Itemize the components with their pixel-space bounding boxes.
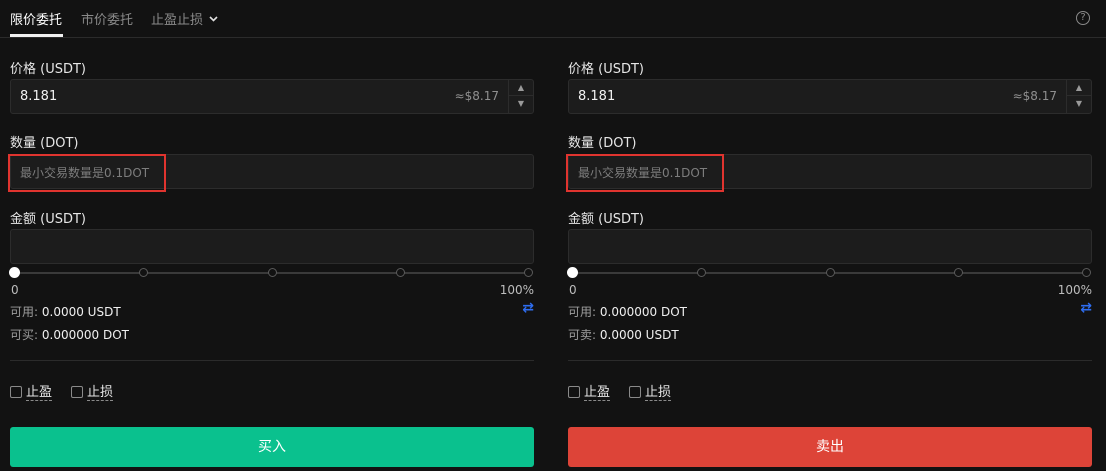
stepper-up-icon[interactable]: ▲ bbox=[509, 80, 533, 96]
price-value: 8.181 bbox=[578, 89, 616, 104]
slider-min-label: 0 bbox=[569, 283, 577, 297]
price-input[interactable]: 8.181 ≈$8.17 ▲ ▼ bbox=[10, 79, 534, 114]
checkbox-icon bbox=[629, 386, 641, 398]
price-approx: ≈$8.17 bbox=[1012, 89, 1057, 103]
can-sell-balance: 可卖: 0.0000 USDT bbox=[568, 326, 679, 343]
available-value: 0.0000 USDT bbox=[41, 305, 121, 319]
take-profit-checkbox[interactable]: 止盈 bbox=[10, 381, 53, 401]
divider bbox=[568, 360, 1092, 361]
slider-max-label: 100% bbox=[499, 283, 534, 297]
highlight-box bbox=[8, 154, 166, 192]
can-buy-label: 可买: bbox=[10, 328, 39, 342]
slider-node-100[interactable] bbox=[524, 268, 533, 277]
checkbox-icon bbox=[71, 386, 83, 398]
slider-node-100[interactable] bbox=[1082, 268, 1091, 277]
stepper-down-icon[interactable]: ▼ bbox=[1067, 96, 1091, 112]
checkbox-icon bbox=[568, 386, 580, 398]
available-balance: 可用: 0.0000 USDT bbox=[10, 303, 121, 320]
stepper-up-icon[interactable]: ▲ bbox=[1067, 80, 1091, 96]
can-buy-balance: 可买: 0.000000 DOT bbox=[10, 326, 129, 343]
can-sell-label: 可卖: bbox=[568, 328, 597, 342]
amount-input[interactable] bbox=[568, 229, 1092, 264]
price-stepper: ▲ ▼ bbox=[1066, 80, 1091, 113]
slider-min-label: 0 bbox=[11, 283, 19, 297]
stop-loss-label: 止损 bbox=[645, 385, 672, 401]
available-balance: 可用: 0.000000 DOT bbox=[568, 303, 687, 320]
slider-node-75[interactable] bbox=[396, 268, 405, 277]
take-profit-label: 止盈 bbox=[26, 385, 53, 401]
take-profit-label: 止盈 bbox=[584, 385, 611, 401]
price-label: 价格 (USDT) bbox=[10, 62, 86, 77]
divider bbox=[10, 360, 534, 361]
stepper-down-icon[interactable]: ▼ bbox=[509, 96, 533, 112]
amount-input[interactable] bbox=[10, 229, 534, 264]
slider-node-50[interactable] bbox=[826, 268, 835, 277]
amount-label: 金额 (USDT) bbox=[10, 212, 86, 227]
swap-arrows-icon[interactable]: ⇄ bbox=[522, 300, 534, 316]
slider-node-25[interactable] bbox=[139, 268, 148, 277]
slider-thumb[interactable] bbox=[9, 267, 20, 278]
can-sell-value: 0.0000 USDT bbox=[599, 328, 679, 342]
stop-loss-checkbox[interactable]: 止损 bbox=[71, 381, 114, 401]
price-value: 8.181 bbox=[20, 89, 58, 104]
checkbox-icon bbox=[10, 386, 22, 398]
available-label: 可用: bbox=[568, 305, 597, 319]
take-profit-checkbox[interactable]: 止盈 bbox=[568, 381, 611, 401]
highlight-box bbox=[566, 154, 724, 192]
swap-arrows-icon[interactable]: ⇄ bbox=[1080, 300, 1092, 316]
buy-panel: 价格 (USDT) 8.181 ≈$8.17 ▲ ▼ 数量 (DOT) 最小交易… bbox=[8, 0, 534, 471]
slider-max-label: 100% bbox=[1057, 283, 1092, 297]
quantity-label: 数量 (DOT) bbox=[568, 136, 637, 151]
available-value: 0.000000 DOT bbox=[599, 305, 687, 319]
slider-node-50[interactable] bbox=[268, 268, 277, 277]
sell-panel: 价格 (USDT) 8.181 ≈$8.17 ▲ ▼ 数量 (DOT) 最小交易… bbox=[566, 0, 1092, 471]
price-approx: ≈$8.17 bbox=[454, 89, 499, 103]
slider-node-75[interactable] bbox=[954, 268, 963, 277]
price-input[interactable]: 8.181 ≈$8.17 ▲ ▼ bbox=[568, 79, 1092, 114]
slider-node-25[interactable] bbox=[697, 268, 706, 277]
available-label: 可用: bbox=[10, 305, 39, 319]
price-label: 价格 (USDT) bbox=[568, 62, 644, 77]
stop-loss-label: 止损 bbox=[87, 385, 114, 401]
slider-thumb[interactable] bbox=[567, 267, 578, 278]
sell-button[interactable]: 卖出 bbox=[568, 427, 1092, 467]
quantity-label: 数量 (DOT) bbox=[10, 136, 79, 151]
can-buy-value: 0.000000 DOT bbox=[41, 328, 129, 342]
price-stepper: ▲ ▼ bbox=[508, 80, 533, 113]
amount-label: 金额 (USDT) bbox=[568, 212, 644, 227]
stop-loss-checkbox[interactable]: 止损 bbox=[629, 381, 672, 401]
buy-button[interactable]: 买入 bbox=[10, 427, 534, 467]
